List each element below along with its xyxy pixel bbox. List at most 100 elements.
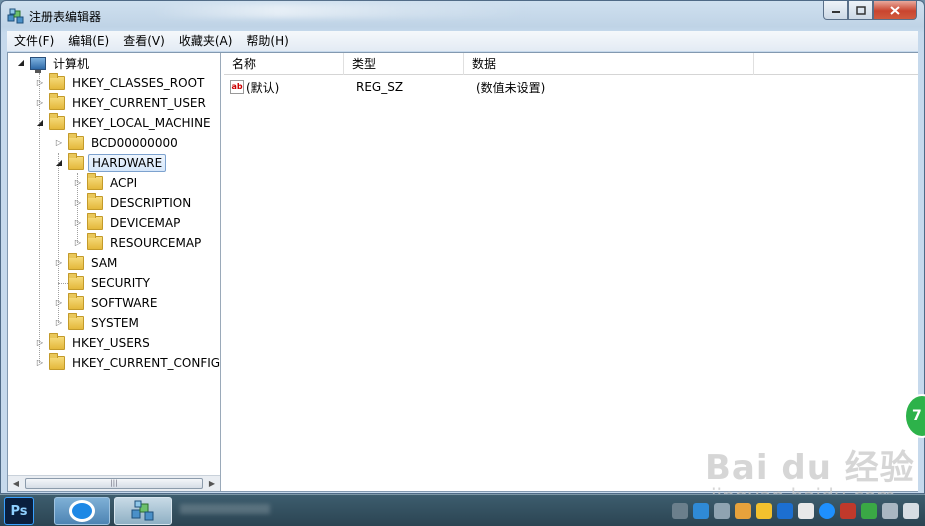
tree-item[interactable]: ▷ RESOURCEMAP xyxy=(73,233,204,253)
tree-item-label: RESOURCEMAP xyxy=(110,236,202,250)
speaker-icon[interactable] xyxy=(903,503,919,519)
expand-arrow-icon[interactable]: ▷ xyxy=(35,358,45,368)
tree-item[interactable]: ▷ SOFTWARE xyxy=(54,293,160,313)
folder-icon xyxy=(68,133,84,150)
expand-arrow-icon[interactable]: ▷ xyxy=(54,258,64,268)
monitor-icon[interactable] xyxy=(882,503,898,519)
values-list[interactable]: 名称 类型 数据 ab (默认) REG_SZ (数值未设置) xyxy=(224,53,918,491)
tree-item[interactable]: ▷ SYSTEM xyxy=(54,313,142,333)
expand-arrow-icon[interactable]: ▷ xyxy=(73,238,83,248)
column-data-header[interactable]: 数据 xyxy=(464,53,754,75)
expand-arrow-icon[interactable]: ▷ xyxy=(73,218,83,228)
tree-item-label: 计算机 xyxy=(53,56,90,71)
menu-file[interactable]: 文件(F) xyxy=(7,31,61,51)
tree-item[interactable]: ◢ 计算机 xyxy=(16,53,92,73)
tree-item-label: HKEY_CURRENT_USER xyxy=(72,96,206,110)
menu-favorites[interactable]: 收藏夹(A) xyxy=(172,31,240,51)
tree-item-label: HKEY_LOCAL_MACHINE xyxy=(72,116,211,130)
security-tray-icon[interactable] xyxy=(861,503,877,519)
expand-arrow-icon[interactable]: ▷ xyxy=(54,298,64,308)
folder-icon xyxy=(87,213,103,230)
tree-horizontal-scrollbar[interactable]: ◀ ||| ▶ xyxy=(8,475,220,491)
scroll-right-icon[interactable]: ▶ xyxy=(204,476,220,491)
expand-arrow-icon[interactable]: ▷ xyxy=(54,318,64,328)
network-icon[interactable] xyxy=(714,503,730,519)
folder-icon xyxy=(49,73,65,90)
taskbar-regedit-button[interactable] xyxy=(114,497,172,525)
scroll-thumb[interactable]: ||| xyxy=(25,478,203,489)
tree-item[interactable]: ◢ HARDWARE xyxy=(54,153,167,173)
column-type-header[interactable]: 类型 xyxy=(344,53,464,75)
close-button[interactable] xyxy=(873,1,917,20)
taskbar-photoshop-button[interactable]: Ps xyxy=(4,497,34,525)
tree-item[interactable]: SECURITY xyxy=(54,273,153,293)
value-name: (默认) xyxy=(246,80,280,95)
qq-icon[interactable] xyxy=(756,503,772,519)
tree-item[interactable]: ▷ BCD00000000 xyxy=(54,133,181,153)
antivirus-icon[interactable] xyxy=(735,503,751,519)
menu-view[interactable]: 查看(V) xyxy=(116,31,172,51)
column-name-header[interactable]: 名称 xyxy=(224,53,344,75)
tree-item-label: SOFTWARE xyxy=(91,296,158,310)
folder-icon xyxy=(49,353,65,370)
baidu-watermark: Bai du 经验 jingyan.baidu.com xyxy=(705,440,915,508)
value-data: (数值未设置) xyxy=(476,80,546,95)
tree-item[interactable]: ◢ HKEY_LOCAL_MACHINE xyxy=(35,113,214,133)
keyboard-icon[interactable] xyxy=(672,503,688,519)
tree-item[interactable]: ▷ DEVICEMAP xyxy=(73,213,183,233)
expand-arrow-icon[interactable]: ▷ xyxy=(35,338,45,348)
title-bar[interactable]: 注册表编辑器 xyxy=(1,1,924,31)
taskbar: Ps xyxy=(0,494,925,526)
tree-item-label: SYSTEM xyxy=(91,316,139,330)
folder-icon xyxy=(87,193,103,210)
taskbar-cloud-button[interactable] xyxy=(54,497,110,525)
expand-arrow-icon[interactable]: ▷ xyxy=(73,198,83,208)
registry-tree[interactable]: ◢ 计算机 ▷ HKEY_CLASSES_ROOT ▷ HKEY_CURRENT_USER… xyxy=(8,53,221,491)
menu-edit[interactable]: 编辑(E) xyxy=(61,31,116,51)
expand-arrow-icon[interactable]: ▷ xyxy=(35,78,45,88)
maximize-button[interactable] xyxy=(848,1,873,20)
folder-icon xyxy=(49,333,65,350)
folder-icon xyxy=(87,173,103,190)
folder-icon xyxy=(49,113,65,130)
notification-icon[interactable] xyxy=(798,503,814,519)
minimize-button[interactable] xyxy=(823,1,848,20)
scroll-left-icon[interactable]: ◀ xyxy=(8,476,24,491)
minimize-icon xyxy=(831,11,840,13)
folder-icon xyxy=(68,153,84,170)
expand-arrow-icon[interactable]: ▷ xyxy=(73,178,83,188)
tree-item-label: DEVICEMAP xyxy=(110,216,181,230)
folder-icon xyxy=(87,233,103,250)
regedit-app-icon xyxy=(7,8,24,24)
shield-icon[interactable] xyxy=(777,503,793,519)
tree-item-label: HKEY_USERS xyxy=(72,336,150,350)
value-type: REG_SZ xyxy=(356,80,404,94)
window-title: 注册表编辑器 xyxy=(29,10,102,24)
collapse-arrow-icon[interactable]: ◢ xyxy=(54,158,64,168)
tree-item[interactable]: ▷ HKEY_CLASSES_ROOT xyxy=(35,73,207,93)
player-icon[interactable] xyxy=(819,503,835,519)
cloud-tray-icon[interactable] xyxy=(693,503,709,519)
tree-item[interactable]: ▷ HKEY_USERS xyxy=(35,333,153,353)
tree-item-label: DESCRIPTION xyxy=(110,196,192,210)
cloud-app-icon xyxy=(69,500,95,522)
tree-item[interactable]: ▷ HKEY_CURRENT_USER xyxy=(35,93,209,113)
folder-icon xyxy=(68,273,84,290)
collapse-arrow-icon[interactable]: ◢ xyxy=(35,118,45,128)
tree-item-label: HARDWARE xyxy=(88,154,167,172)
expand-arrow-icon[interactable]: ▷ xyxy=(35,98,45,108)
tree-item[interactable]: ▷ DESCRIPTION xyxy=(73,193,194,213)
tree-item[interactable]: ▷ SAM xyxy=(54,253,120,273)
registry-editor-window: 注册表编辑器 文件(F) 编辑(E) 查看(V) 收藏夹(A) 帮助(H) ◢ 计 xyxy=(0,0,925,494)
system-tray xyxy=(672,501,919,521)
app-tray-icon[interactable] xyxy=(840,503,856,519)
collapse-arrow-icon[interactable]: ◢ xyxy=(16,58,26,68)
tree-item[interactable]: ▷ HKEY_CURRENT_CONFIG xyxy=(35,353,220,373)
expand-arrow-icon[interactable]: ▷ xyxy=(54,138,64,148)
list-item[interactable]: ab (默认) REG_SZ (数值未设置) xyxy=(224,77,545,97)
tree-item-label: BCD00000000 xyxy=(91,136,178,150)
menu-help[interactable]: 帮助(H) xyxy=(239,31,295,51)
list-header: 名称 类型 数据 xyxy=(224,53,918,75)
blurred-taskbar-text xyxy=(180,504,270,514)
tree-item[interactable]: ▷ ACPI xyxy=(73,173,140,193)
